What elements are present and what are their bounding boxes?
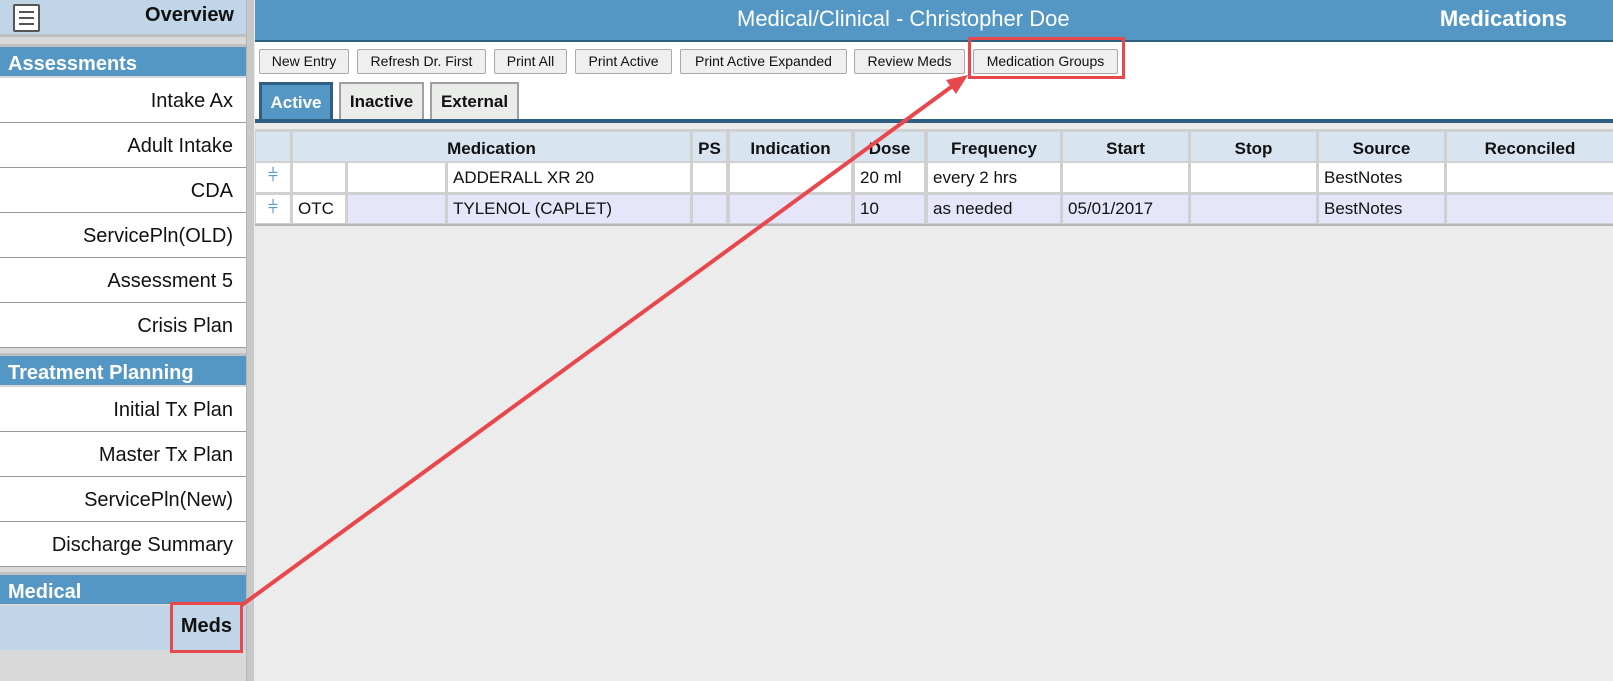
review-meds-button[interactable]: Review Meds (854, 49, 965, 74)
print-active-button[interactable]: Print Active (575, 49, 672, 74)
column-header-ps[interactable]: PS (693, 132, 726, 161)
row-1-ps (693, 163, 726, 192)
list-menu-icon[interactable] (13, 4, 40, 32)
sidebar-item-adult-intake[interactable]: Adult Intake (0, 123, 246, 168)
row-2-dose: 10 (855, 195, 924, 223)
row-2-indication (730, 195, 851, 223)
section-assessments: Assessments (0, 44, 246, 76)
column-header-source[interactable]: Source (1319, 132, 1444, 161)
page-header: Medical/Clinical - Christopher Doe Medic… (255, 0, 1613, 40)
row-1-dose: 20 ml (855, 163, 924, 192)
sidebar: Overview Assessments Intake Ax Adult Int… (0, 0, 254, 681)
row-1-sub (348, 163, 445, 192)
medication-groups-highlight (968, 37, 1125, 79)
tab-external[interactable]: External (430, 82, 519, 119)
print-all-button[interactable]: Print All (494, 49, 567, 74)
sidebar-item-cda[interactable]: CDA (0, 168, 246, 213)
expand-chevron-icon[interactable]: ⫩ (256, 195, 290, 223)
sidebar-item-master-tx-plan[interactable]: Master Tx Plan (0, 432, 246, 477)
new-entry-button[interactable]: New Entry (259, 49, 349, 74)
column-header-indication[interactable]: Indication (730, 132, 851, 161)
row-1-type (293, 163, 345, 192)
row-2-medication[interactable]: TYLENOL (CAPLET) (448, 195, 690, 223)
row-1-frequency: every 2 hrs (928, 163, 1060, 192)
medications-table: Medication PS Indication Dose Frequency … (255, 129, 1613, 226)
row-2-sub (348, 195, 445, 223)
page-section-title: Medications (1439, 6, 1567, 31)
row-1-source: BestNotes (1319, 163, 1444, 192)
row-2-reconciled (1447, 195, 1613, 223)
tab-active[interactable]: Active (259, 82, 333, 119)
sidebar-item-servicepln-old[interactable]: ServicePln(OLD) (0, 213, 246, 258)
row-1-indication (730, 163, 851, 192)
column-header-medication[interactable]: Medication (293, 132, 690, 161)
sidebar-item-crisis-plan[interactable]: Crisis Plan (0, 303, 246, 348)
tab-divider (255, 119, 1613, 123)
row-2-stop (1191, 195, 1316, 223)
column-header-stop[interactable]: Stop (1191, 132, 1316, 161)
row-2-frequency: as needed (928, 195, 1060, 223)
row-1-stop (1191, 163, 1316, 192)
sidebar-overview[interactable]: Overview (0, 0, 246, 37)
column-header-expand (256, 132, 290, 161)
sidebar-item-discharge-summary[interactable]: Discharge Summary (0, 522, 246, 567)
sidebar-item-assessment-5[interactable]: Assessment 5 (0, 258, 246, 303)
row-2-ps (693, 195, 726, 223)
print-active-expanded-button[interactable]: Print Active Expanded (680, 49, 847, 74)
row-2-source: BestNotes (1319, 195, 1444, 223)
row-1-start (1063, 163, 1188, 192)
page-title: Medical/Clinical - Christopher Doe (737, 6, 1070, 31)
row-1-reconciled (1447, 163, 1613, 192)
tab-inactive[interactable]: Inactive (339, 82, 424, 119)
sidebar-item-servicepln-new[interactable]: ServicePln(New) (0, 477, 246, 522)
section-treatment-planning: Treatment Planning (0, 353, 246, 385)
sidebar-item-intake-ax[interactable]: Intake Ax (0, 78, 246, 123)
column-header-start[interactable]: Start (1063, 132, 1188, 161)
refresh-dr-first-button[interactable]: Refresh Dr. First (357, 49, 486, 74)
sidebar-item-meds[interactable]: Meds (170, 602, 243, 653)
sidebar-item-initial-tx-plan[interactable]: Initial Tx Plan (0, 387, 246, 432)
row-1-medication[interactable]: ADDERALL XR 20 (448, 163, 690, 192)
column-header-reconciled[interactable]: Reconciled (1447, 132, 1613, 161)
row-2-type: OTC (293, 195, 345, 223)
row-2-start: 05/01/2017 (1063, 195, 1188, 223)
section-medical: Medical (0, 572, 246, 604)
column-header-frequency[interactable]: Frequency (928, 132, 1060, 161)
overview-label: Overview (145, 4, 234, 26)
column-header-dose[interactable]: Dose (855, 132, 924, 161)
expand-chevron-icon[interactable]: ⫩ (256, 163, 290, 192)
